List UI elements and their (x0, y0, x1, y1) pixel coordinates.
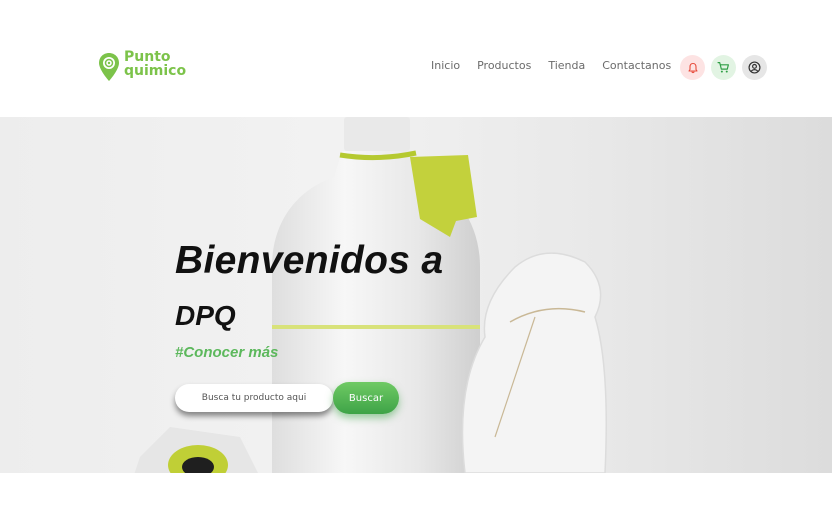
nav-link-inicio[interactable]: Inicio (431, 59, 460, 72)
main-nav: Inicio Productos Tienda Contactanos (431, 59, 688, 72)
cloth-bag-image (461, 252, 607, 473)
notifications-button[interactable] (680, 55, 705, 80)
bell-icon (687, 62, 698, 73)
map-pin-icon (99, 53, 119, 81)
brand-logo[interactable]: Punto quimico (98, 50, 208, 84)
cart-icon (717, 62, 729, 73)
user-circle-icon (748, 61, 761, 74)
learn-more-link[interactable]: #Conocer más (175, 344, 278, 361)
search-button[interactable]: Buscar (333, 382, 399, 414)
hero-banner: Bienvenidos a DPQ #Conocer más Buscar (0, 117, 832, 473)
nav-link-productos[interactable]: Productos (477, 59, 531, 72)
bottle-image (272, 117, 480, 473)
brand-name: Punto quimico (124, 50, 186, 78)
hero-title: Bienvenidos a (175, 239, 444, 282)
product-search-input[interactable] (175, 384, 333, 412)
nav-link-tienda[interactable]: Tienda (548, 59, 585, 72)
nav-link-contactanos[interactable]: Contactanos (602, 59, 671, 72)
cap-image (134, 427, 258, 473)
site-header: Punto quimico Inicio Productos Tienda Co… (0, 0, 832, 117)
account-button[interactable] (742, 55, 767, 80)
hero-subtitle: DPQ (175, 300, 236, 331)
cart-button[interactable] (711, 55, 736, 80)
brand-name-line2: quimico (124, 63, 187, 79)
